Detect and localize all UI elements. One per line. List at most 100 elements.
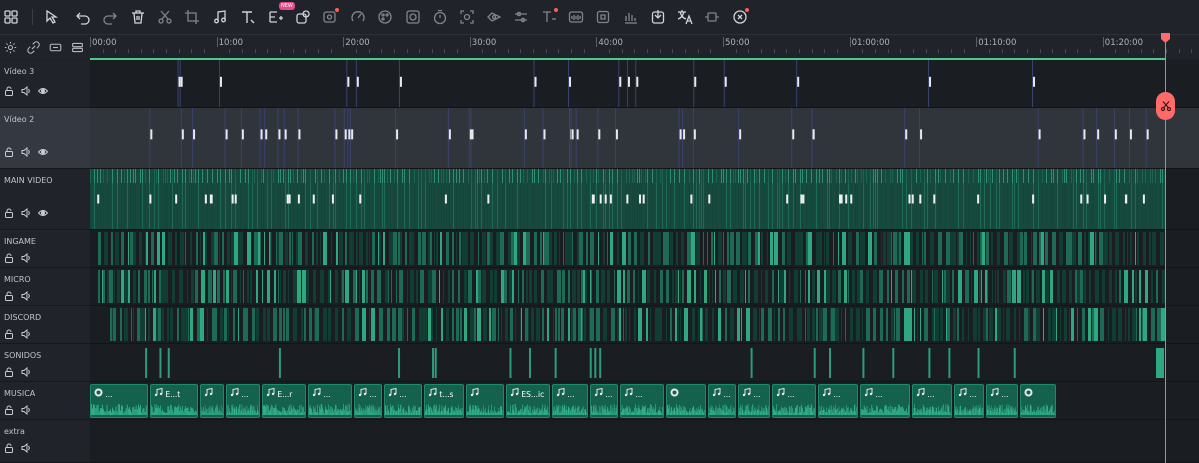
- clip-edge[interactable]: [1062, 169, 1063, 183]
- audio-clip[interactable]: [816, 308, 818, 341]
- marker-line[interactable]: [447, 108, 449, 168]
- audio-clip[interactable]: [102, 270, 103, 303]
- audio-clip[interactable]: [211, 232, 213, 265]
- audio-clip[interactable]: [596, 270, 599, 303]
- audio-clip[interactable]: [154, 270, 156, 303]
- clip-edge[interactable]: [1114, 169, 1115, 183]
- marker-line[interactable]: [264, 108, 266, 168]
- audio-clip[interactable]: [826, 270, 830, 303]
- clip-edge[interactable]: [863, 169, 864, 183]
- clip-edge[interactable]: [992, 169, 993, 183]
- marker-line[interactable]: [240, 108, 242, 168]
- audio-clip[interactable]: [824, 232, 825, 265]
- clip-body[interactable]: [133, 183, 134, 229]
- audio-clip[interactable]: [446, 308, 449, 341]
- audio-clip[interactable]: [648, 232, 650, 265]
- clip-body[interactable]: [963, 183, 964, 229]
- audio-clip[interactable]: [1009, 232, 1011, 265]
- marker-line[interactable]: [919, 108, 921, 168]
- clip-edge[interactable]: [873, 169, 874, 183]
- audio-clip[interactable]: [789, 308, 793, 341]
- clip-edge[interactable]: [154, 169, 155, 183]
- audio-clip[interactable]: [420, 308, 424, 341]
- clip-edge[interactable]: [984, 169, 985, 183]
- clip-edge[interactable]: [1162, 169, 1163, 183]
- clip-edge[interactable]: [549, 169, 550, 183]
- audio-clip[interactable]: [152, 270, 153, 303]
- clip-edge[interactable]: [1116, 169, 1117, 183]
- speaker-icon[interactable]: [21, 291, 31, 301]
- audio-clip[interactable]: [267, 270, 270, 303]
- audio-clip[interactable]: [262, 270, 263, 303]
- clip-body[interactable]: [310, 183, 311, 229]
- clip-body[interactable]: [390, 183, 391, 229]
- audio-clip[interactable]: [774, 232, 778, 265]
- clip-body[interactable]: [382, 183, 383, 229]
- audio-clip[interactable]: [407, 308, 408, 341]
- marker-line[interactable]: [1128, 108, 1130, 168]
- clip-marker[interactable]: [448, 129, 451, 140]
- speaker-icon[interactable]: [21, 329, 31, 339]
- clip-edge[interactable]: [906, 169, 907, 183]
- transition-marker[interactable]: [639, 194, 642, 204]
- audio-clip[interactable]: [258, 232, 260, 265]
- audio-clip[interactable]: [824, 270, 826, 303]
- audio-clip[interactable]: [359, 270, 360, 303]
- audio-clip[interactable]: [305, 232, 308, 265]
- transition-marker[interactable]: [911, 194, 914, 204]
- clip-body[interactable]: [836, 183, 837, 229]
- transition-marker[interactable]: [231, 194, 234, 204]
- clip-body[interactable]: [916, 183, 917, 229]
- audio-clip[interactable]: [761, 270, 762, 303]
- lock-icon[interactable]: [4, 208, 14, 218]
- transition-marker[interactable]: [1124, 194, 1127, 204]
- speaker-icon[interactable]: [21, 367, 31, 377]
- clip-marker[interactable]: [694, 76, 697, 87]
- audio-clip[interactable]: [312, 232, 314, 265]
- clip-body[interactable]: [1038, 183, 1039, 229]
- audio-clip[interactable]: [157, 232, 160, 265]
- audio-clip[interactable]: [440, 232, 442, 265]
- transition-marker[interactable]: [359, 194, 362, 204]
- clip-edge[interactable]: [1119, 169, 1120, 183]
- audio-clip[interactable]: [569, 232, 572, 265]
- clip-edge[interactable]: [696, 169, 697, 183]
- audio-clip[interactable]: [521, 308, 522, 341]
- clip-edge[interactable]: [800, 169, 801, 183]
- clip-edge[interactable]: [772, 169, 773, 183]
- clip-edge[interactable]: [387, 169, 388, 183]
- audio-clip[interactable]: [156, 308, 158, 341]
- audio-clip[interactable]: [145, 232, 146, 265]
- audio-clip[interactable]: [242, 232, 243, 265]
- clip-edge[interactable]: [848, 169, 849, 183]
- clip-body[interactable]: [453, 183, 454, 229]
- clip-edge[interactable]: [1038, 169, 1039, 183]
- audio-clip[interactable]: [737, 308, 740, 341]
- clip-body[interactable]: [517, 183, 518, 229]
- clip-edge[interactable]: [839, 169, 840, 183]
- audio-clip[interactable]: [707, 308, 708, 341]
- clip-body[interactable]: [890, 183, 891, 229]
- audio-clip[interactable]: [894, 308, 895, 341]
- audio-clip[interactable]: [468, 270, 472, 303]
- clip-edge[interactable]: [684, 169, 685, 183]
- audio-clip[interactable]: [234, 232, 238, 265]
- audio-clip[interactable]: [227, 232, 230, 265]
- clip-body[interactable]: [703, 183, 704, 229]
- marker-line[interactable]: [575, 108, 577, 168]
- clip-body[interactable]: [973, 183, 974, 229]
- audio-clip[interactable]: [231, 232, 234, 265]
- audio-clip[interactable]: [400, 232, 402, 265]
- clip-edge[interactable]: [1042, 169, 1043, 183]
- audio-clip[interactable]: [398, 308, 402, 341]
- clip-edge[interactable]: [117, 169, 118, 183]
- audio-clip[interactable]: [347, 308, 351, 341]
- audio-clip[interactable]: [1056, 308, 1057, 341]
- audio-clip[interactable]: [912, 270, 916, 303]
- marker-line[interactable]: [542, 108, 544, 168]
- clip-edge[interactable]: [273, 169, 274, 183]
- audio-clip[interactable]: [1052, 308, 1056, 341]
- clip-body[interactable]: [142, 183, 143, 229]
- audio-clip[interactable]: [107, 270, 109, 303]
- audio-clip[interactable]: [1003, 308, 1004, 341]
